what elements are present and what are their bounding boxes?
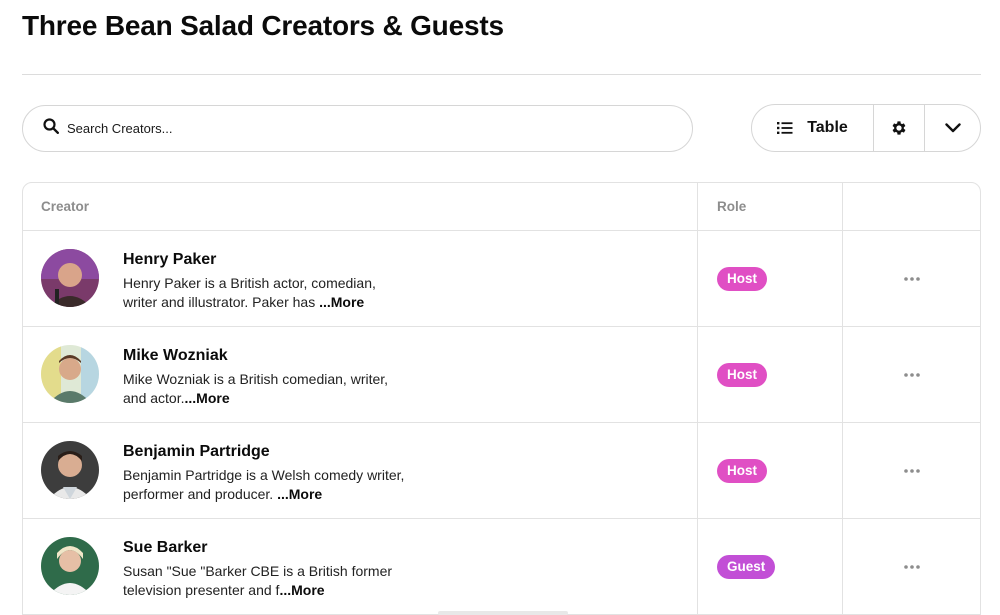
more-link[interactable]: ...More [279,582,324,598]
creator-bio: Benjamin Partridge is a Welsh comedy wri… [123,466,413,504]
creator-name: Sue Barker [123,539,208,556]
column-header-actions [842,183,980,230]
search-input[interactable] [67,121,627,136]
creator-bio: Susan "Sue "Barker CBE is a British form… [123,562,413,600]
actions-cell [842,231,980,326]
column-header-role[interactable]: Role [697,183,842,230]
settings-button[interactable] [874,105,925,151]
table-row[interactable]: Henry Paker Henry Paker is a British act… [23,231,980,327]
table-row[interactable]: Benjamin Partridge Benjamin Partridge is… [23,423,980,519]
creator-cell: Mike Wozniak Mike Wozniak is a British c… [23,327,697,422]
avatar [41,537,99,595]
column-header-creator[interactable]: Creator [23,183,697,230]
role-cell: Guest [697,519,842,614]
role-badge: Host [717,362,767,387]
page-title: Three Bean Salad Creators & Guests [22,10,504,41]
horizontal-scrollbar[interactable] [438,611,568,615]
creators-table: Creator Role Henry Paker Henry Paker is … [22,182,981,615]
creator-bio-text: Benjamin Partridge is a Welsh comedy wri… [123,467,405,502]
table-view-button[interactable]: Table [752,105,874,151]
role-badge: Host [717,458,767,483]
actions-cell [842,519,980,614]
role-cell: Host [697,231,842,326]
avatar [41,441,99,499]
creator-name: Henry Paker [123,251,217,268]
creator-bio: Mike Wozniak is a British comedian, writ… [123,370,413,408]
avatar [41,345,99,403]
table-row[interactable]: Mike Wozniak Mike Wozniak is a British c… [23,327,980,423]
creators-page: Three Bean Salad Creators & Guests Table [0,0,1000,615]
view-controls: Table [751,104,981,152]
creator-name: Mike Wozniak [123,347,228,364]
role-cell: Host [697,327,842,422]
view-dropdown-button[interactable] [925,105,980,151]
table-row[interactable]: Sue Barker Susan "Sue "Barker CBE is a B… [23,519,980,615]
more-options-icon[interactable] [903,276,920,281]
more-options-icon[interactable] [903,372,920,377]
creator-bio-text: Mike Wozniak is a British comedian, writ… [123,371,389,406]
actions-cell [842,327,980,422]
creator-bio: Henry Paker is a British actor, comedian… [123,274,413,312]
role-badge: Host [717,266,767,291]
chevron-down-icon [944,123,961,133]
more-link[interactable]: ...More [319,294,364,310]
creator-cell: Benjamin Partridge Benjamin Partridge is… [23,423,697,518]
more-options-icon[interactable] [903,564,920,569]
avatar [41,249,99,307]
creator-bio-text: Susan "Sue "Barker CBE is a British form… [123,563,393,598]
role-badge: Guest [717,554,776,579]
search-icon [43,118,60,139]
creator-cell: Sue Barker Susan "Sue "Barker CBE is a B… [23,519,697,614]
creator-name: Benjamin Partridge [123,443,270,460]
table-view-label: Table [807,119,848,136]
table-header: Creator Role [23,183,980,231]
more-options-icon[interactable] [903,468,920,473]
actions-cell [842,423,980,518]
creator-cell: Henry Paker Henry Paker is a British act… [23,231,697,326]
more-link[interactable]: ...More [277,486,322,502]
search-bar[interactable] [22,105,693,152]
role-cell: Host [697,423,842,518]
list-icon [777,121,807,135]
title-divider [22,74,981,75]
gear-icon [890,119,908,137]
more-link[interactable]: ...More [185,390,230,406]
